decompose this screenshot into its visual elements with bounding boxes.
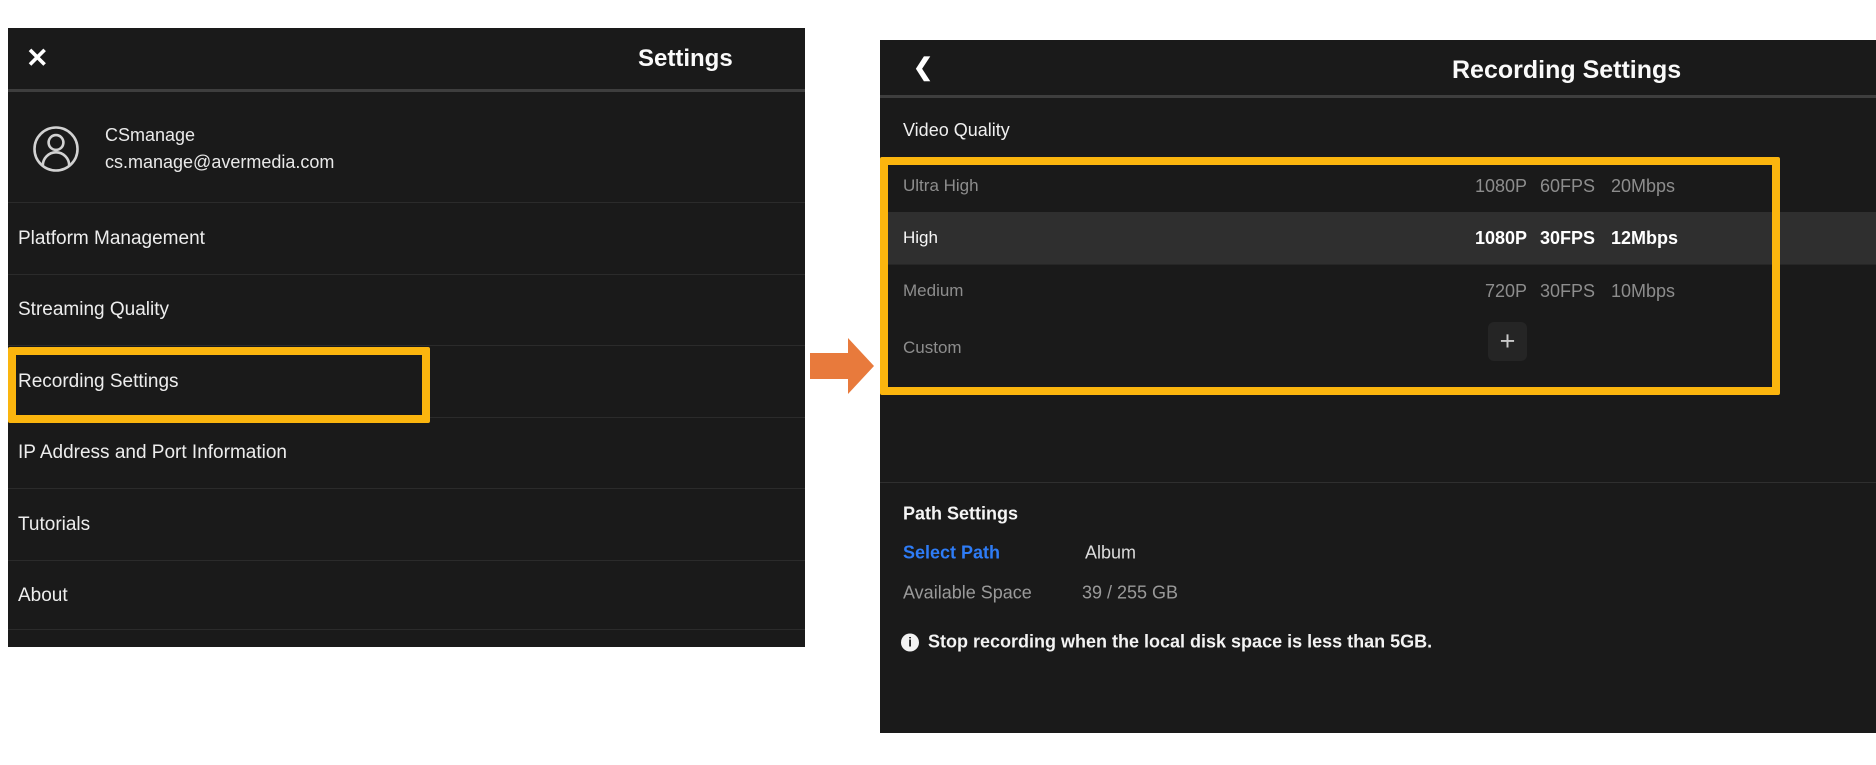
quality-fps: 30FPS — [1540, 265, 1598, 317]
account-name: CSmanage — [105, 122, 334, 149]
account-email: cs.manage@avermedia.com — [105, 149, 334, 176]
menu-item-ip-address-port[interactable]: IP Address and Port Information — [8, 417, 805, 488]
quality-option-high-selected[interactable]: High 1080P 30FPS 12Mbps — [880, 212, 1876, 264]
settings-title: Settings — [638, 28, 733, 90]
quality-option-custom[interactable]: Custom — [880, 316, 1876, 392]
available-space-value: 39 / 255 GB — [1082, 583, 1178, 604]
quality-option-medium[interactable]: Medium 720P 30FPS 10Mbps — [880, 264, 1876, 316]
quality-option-ultra-high[interactable]: Ultra High 1080P 60FPS 20Mbps — [880, 160, 1876, 212]
menu-item-label: Tutorials — [8, 489, 805, 560]
menu-item-label: Platform Management — [8, 203, 805, 274]
quality-resolution: 1080P — [1442, 212, 1527, 264]
disk-space-note: i Stop recording when the local disk spa… — [901, 632, 1432, 653]
quality-fps: 60FPS — [1540, 160, 1598, 212]
settings-screen: ✕ Settings CSmanage cs.manage@avermedia.… — [8, 28, 805, 647]
video-quality-label: Video Quality — [880, 101, 1010, 159]
back-icon[interactable]: ❮ — [913, 40, 933, 96]
menu-item-recording-settings[interactable]: Recording Settings — [8, 345, 805, 417]
add-custom-quality-button[interactable]: + — [1488, 322, 1527, 361]
quality-resolution: 720P — [1442, 265, 1527, 317]
menu-item-platform-management[interactable]: Platform Management — [8, 202, 805, 274]
menu-item-tutorials[interactable]: Tutorials — [8, 488, 805, 560]
info-icon: i — [901, 633, 919, 651]
recording-settings-title: Recording Settings — [1452, 40, 1681, 100]
quality-bitrate: 12Mbps — [1611, 212, 1678, 264]
recording-settings-header: ❮ Recording Settings — [880, 40, 1876, 98]
menu-item-label: Recording Settings — [8, 346, 805, 417]
section-divider — [880, 482, 1876, 483]
quality-bitrate: 20Mbps — [1611, 160, 1675, 212]
screenshot-canvas: ✕ Settings CSmanage cs.manage@avermedia.… — [0, 0, 1876, 765]
path-settings-label: Path Settings — [903, 504, 1018, 525]
quality-name: Medium — [880, 265, 1876, 317]
account-profile[interactable]: CSmanage cs.manage@avermedia.com — [8, 95, 805, 202]
path-value: Album — [1085, 543, 1136, 564]
settings-header: ✕ Settings — [8, 28, 805, 92]
menu-item-streaming-quality[interactable]: Streaming Quality — [8, 274, 805, 345]
flow-arrow-icon — [810, 336, 876, 396]
select-path-link[interactable]: Select Path — [903, 543, 1000, 564]
menu-item-label: About — [8, 561, 805, 630]
menu-item-label: Streaming Quality — [8, 275, 805, 345]
close-icon[interactable]: ✕ — [26, 28, 49, 89]
menu-item-about[interactable]: About — [8, 560, 805, 630]
quality-fps: 30FPS — [1540, 212, 1598, 264]
quality-name: Ultra High — [880, 160, 1876, 212]
quality-bitrate: 10Mbps — [1611, 265, 1675, 317]
available-space-label: Available Space — [903, 583, 1032, 604]
menu-item-label: IP Address and Port Information — [8, 418, 805, 488]
quality-name: Custom — [880, 316, 1876, 380]
quality-resolution: 1080P — [1442, 160, 1527, 212]
recording-settings-screen: ❮ Recording Settings Video Quality Ultra… — [880, 40, 1876, 733]
quality-name: High — [880, 212, 1876, 264]
disk-space-note-text: Stop recording when the local disk space… — [928, 632, 1432, 653]
user-avatar-icon — [32, 125, 80, 173]
